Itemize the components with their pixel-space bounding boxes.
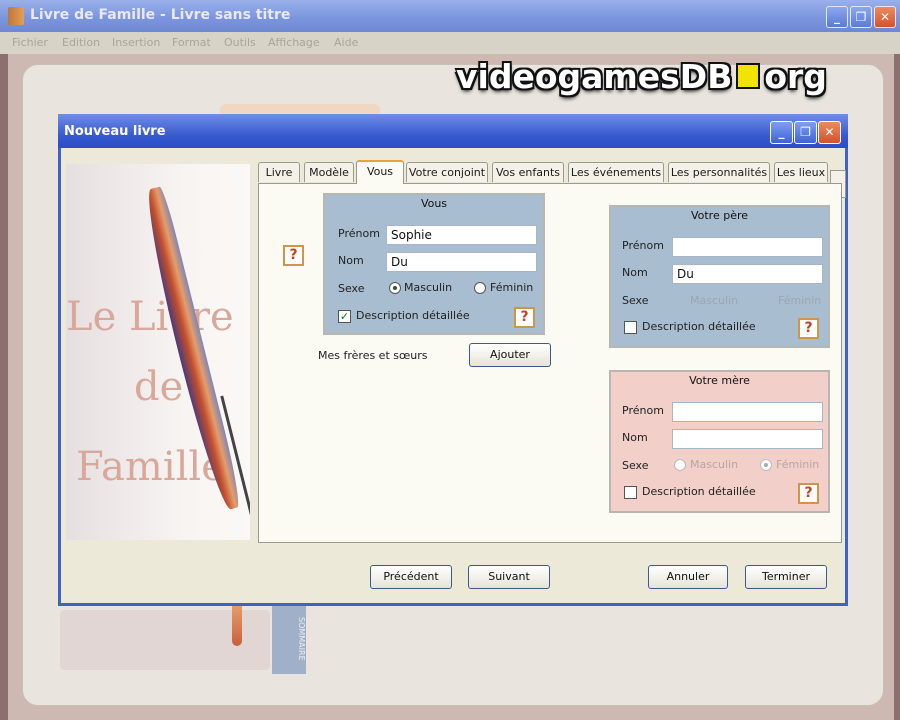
pere-nom-label: Nom [622, 266, 648, 279]
menu-insertion[interactable]: Insertion [112, 36, 160, 49]
mere-masculin-radio[interactable] [674, 459, 686, 471]
logo-dot [736, 63, 761, 89]
vous-help-icon[interactable]: ? [514, 307, 535, 328]
mere-group-title: Votre mère [689, 374, 750, 387]
mere-feminin-label: Féminin [776, 458, 820, 471]
pere-prenom-label: Prénom [622, 239, 664, 252]
tab-les-evenements[interactable]: Les événements [568, 162, 664, 182]
cover-word-1: Le Livre [66, 294, 234, 340]
close-icon[interactable]: ✕ [874, 6, 896, 28]
finish-button[interactable]: Terminer [745, 565, 827, 589]
menu-fichier[interactable]: Fichier [12, 36, 48, 49]
main-window-title: Livre de Famille - Livre sans titre [30, 7, 291, 23]
vous-masculin-radio[interactable] [389, 282, 401, 294]
book-cover-illustration: Le Livre de Famille [66, 164, 250, 540]
mere-masculin-label: Masculin [690, 458, 739, 471]
pere-group-title: Votre père [690, 209, 749, 222]
background-feather [232, 606, 242, 646]
menu-format[interactable]: Format [172, 36, 211, 49]
tab-vos-enfants[interactable]: Vos enfants [492, 162, 564, 182]
pere-sexe-label: Sexe [622, 294, 649, 307]
tab-votre-conjoint[interactable]: Votre conjoint [406, 162, 488, 182]
cover-word-2: de [134, 364, 184, 410]
vous-prenom-label: Prénom [338, 227, 380, 240]
mere-prenom-input[interactable] [672, 402, 823, 422]
tab-vous[interactable]: Vous [356, 160, 404, 184]
add-sibling-button[interactable]: Ajouter [469, 343, 551, 367]
mere-nom-input[interactable] [672, 429, 823, 449]
mere-sexe-label: Sexe [622, 459, 649, 472]
dialog-maximize-icon[interactable]: ❐ [794, 121, 817, 144]
mere-prenom-label: Prénom [622, 404, 664, 417]
dialog-title-bar[interactable]: Nouveau livre _ ❐ ✕ [58, 114, 848, 148]
vous-prenom-input[interactable]: Sophie [386, 225, 537, 245]
menu-affichage[interactable]: Affichage [268, 36, 320, 49]
mere-help-icon[interactable]: ? [798, 483, 819, 504]
menu-aide[interactable]: Aide [334, 36, 358, 49]
vous-sexe-label: Sexe [338, 282, 365, 295]
pere-masculin-label: Masculin [690, 294, 739, 307]
vous-description-label: Description détaillée [356, 309, 470, 322]
vous-nom-input[interactable]: Du [386, 252, 537, 272]
dialog-close-icon[interactable]: ✕ [818, 121, 841, 144]
restore-icon[interactable]: ❐ [850, 6, 872, 28]
mere-description-checkbox[interactable] [624, 486, 637, 499]
vous-feminin-radio[interactable] [474, 282, 486, 294]
menu-edition[interactable]: Edition [62, 36, 100, 49]
minimize-icon[interactable]: _ [826, 6, 848, 28]
pere-description-label: Description détaillée [642, 320, 756, 333]
logo-left-text: videogamesDB [456, 56, 733, 96]
videogamesdb-logo: videogamesDB org [456, 54, 827, 98]
tab-les-lieux[interactable]: Les lieux [774, 162, 828, 182]
menu-bar: Fichier Edition Insertion Format Outils … [0, 32, 900, 54]
cancel-button[interactable]: Annuler [648, 565, 728, 589]
menu-outils[interactable]: Outils [224, 36, 256, 49]
background-summary-spine: SOMMAIRE [272, 604, 306, 674]
app-book-icon [8, 7, 24, 25]
vous-group-title: Vous [420, 197, 448, 210]
dialog-minimize-icon[interactable]: _ [770, 121, 793, 144]
pere-description-checkbox[interactable] [624, 321, 637, 334]
vous-masculin-label: Masculin [404, 281, 453, 294]
previous-button[interactable]: Précédent [370, 565, 452, 589]
pere-feminin-label: Féminin [778, 294, 822, 307]
pere-prenom-input[interactable] [672, 237, 823, 257]
vous-nom-label: Nom [338, 254, 364, 267]
cover-word-3: Famille [76, 444, 225, 490]
logo-right-text: org [764, 56, 827, 96]
tab-les-personnalites[interactable]: Les personnalités [668, 162, 770, 182]
vous-description-checkbox[interactable]: ✓ [338, 310, 351, 323]
dialog-title: Nouveau livre [64, 124, 166, 139]
siblings-label: Mes frères et sœurs [318, 349, 428, 362]
main-title-bar[interactable]: Livre de Famille - Livre sans titre _ ❐ … [0, 0, 900, 32]
tab-modele[interactable]: Modèle [304, 162, 354, 182]
tab-livre[interactable]: Livre [258, 162, 300, 182]
mere-feminin-radio[interactable] [760, 459, 772, 471]
mere-description-label: Description détaillée [642, 485, 756, 498]
pere-nom-input[interactable]: Du [672, 264, 823, 284]
mere-nom-label: Nom [622, 431, 648, 444]
help-icon[interactable]: ? [283, 245, 304, 266]
next-button[interactable]: Suivant [468, 565, 550, 589]
vous-feminin-label: Féminin [490, 281, 534, 294]
pere-help-icon[interactable]: ? [798, 318, 819, 339]
